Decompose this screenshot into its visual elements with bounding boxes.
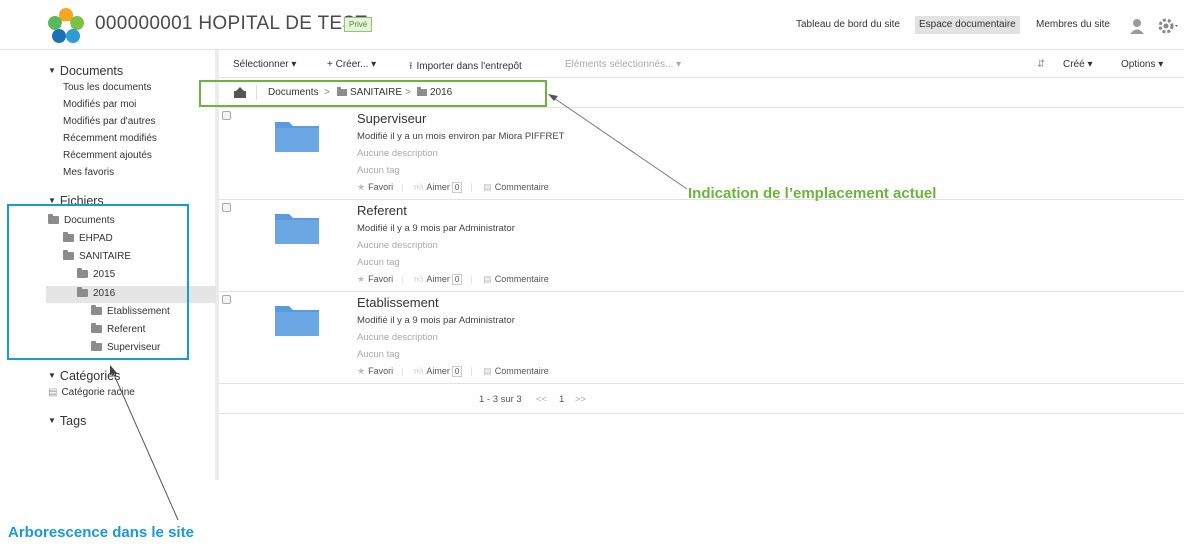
like-action[interactable]: 👍︎ Aimer 0 — [413, 366, 463, 377]
folder-icon[interactable] — [273, 208, 321, 246]
categories-section-header[interactable]: ▼ Catégories — [48, 369, 120, 383]
pagination-range: 1 - 3 sur 3 — [479, 394, 522, 405]
select-menu-button[interactable]: Sélectionner ▾ — [233, 59, 296, 70]
link-recently-added[interactable]: Récemment ajoutés — [63, 150, 152, 161]
star-icon: ★ — [357, 182, 366, 192]
thumbs-up-icon: 👍︎ — [413, 182, 424, 192]
gear-icon[interactable] — [1157, 16, 1179, 36]
favorite-action[interactable]: ★ Favori — [357, 182, 393, 193]
site-header: 000000001 HOPITAL DE TEST Privé Tableau … — [0, 0, 1184, 50]
create-menu-button[interactable]: + Créer... ▾ — [327, 59, 376, 70]
row-checkbox[interactable] — [222, 203, 231, 212]
favorite-action[interactable]: ★ Favori — [357, 366, 393, 377]
like-label: Aimer — [426, 274, 450, 284]
comment-label: Commentaire — [494, 366, 549, 376]
nav-site-members[interactable]: Membres du site — [1036, 16, 1110, 34]
comment-action[interactable]: ▤ Commentaire — [483, 274, 549, 285]
comment-label: Commentaire — [494, 274, 549, 284]
favorite-label: Favori — [368, 182, 394, 192]
row-actions: ★ Favori | 👍︎ Aimer 0 | ▤ Commentaire — [357, 366, 549, 377]
site-title: 000000001 HOPITAL DE TEST — [95, 13, 368, 34]
row-description: Aucune description — [357, 332, 438, 343]
thumbs-up-icon: 👍︎ — [413, 274, 424, 284]
like-count: 0 — [451, 274, 463, 285]
link-my-favorites[interactable]: Mes favoris — [63, 167, 114, 178]
upload-icon: ⭱ — [409, 61, 413, 72]
row-actions: ★ Favori | 👍︎ Aimer 0 | ▤ Commentaire — [357, 182, 549, 193]
list-item[interactable]: Referent Modifié il y a 9 mois par Admin… — [219, 200, 1184, 292]
sort-direction-icon[interactable]: ⇵ — [1037, 59, 1045, 70]
like-label: Aimer — [426, 182, 450, 192]
options-menu[interactable]: Options ▾ — [1121, 59, 1163, 70]
tree-annotation: Arborescence dans le site — [8, 524, 194, 541]
row-modified: Modifié il y a 9 mois par Administrator — [357, 223, 515, 234]
import-button[interactable]: ⭱ Importer dans l'entrepôt — [409, 59, 522, 76]
favorite-action[interactable]: ★ Favori — [357, 274, 393, 285]
row-checkbox[interactable] — [222, 295, 231, 304]
like-label: Aimer — [426, 366, 450, 376]
comment-label: Commentaire — [494, 182, 549, 192]
link-modified-by-me[interactable]: Modifiés par moi — [63, 99, 136, 110]
star-icon: ★ — [357, 274, 366, 284]
visibility-badge: Privé — [344, 17, 373, 32]
tags-section-header[interactable]: ▼ Tags — [48, 414, 86, 428]
documents-section-label: Documents — [59, 64, 124, 78]
row-actions: ★ Favori | 👍︎ Aimer 0 | ▤ Commentaire — [357, 274, 549, 285]
link-root-category[interactable]: ▤ Catégorie racine — [48, 387, 135, 398]
star-icon: ★ — [357, 366, 366, 376]
link-modified-by-others[interactable]: Modifiés par d'autres — [63, 116, 156, 127]
like-count: 0 — [451, 366, 463, 377]
tags-section-label: Tags — [59, 414, 87, 428]
comment-icon: ▤ — [483, 366, 492, 376]
selected-items-menu[interactable]: Eléments sélectionnés... ▾ — [565, 59, 681, 70]
row-tags: Aucun tag — [357, 257, 400, 268]
documents-section-header[interactable]: ▼ Documents — [48, 64, 123, 78]
nav-document-library[interactable]: Espace documentaire — [915, 16, 1020, 34]
toolbar: Sélectionner ▾ + Créer... ▾ ⭱ Importer da… — [219, 50, 1184, 78]
like-action[interactable]: 👍︎ Aimer 0 — [413, 274, 463, 285]
folder-icon[interactable] — [273, 300, 321, 338]
link-all-documents[interactable]: Tous les documents — [63, 82, 151, 93]
row-title[interactable]: Superviseur — [357, 111, 426, 126]
comment-action[interactable]: ▤ Commentaire — [483, 366, 549, 377]
breadcrumb-annotation-box — [199, 80, 547, 107]
link-recently-modified[interactable]: Récemment modifiés — [63, 133, 157, 144]
comment-icon: ▤ — [483, 182, 492, 192]
pagination-page[interactable]: 1 — [559, 394, 564, 405]
row-description: Aucune description — [357, 240, 438, 251]
comment-action[interactable]: ▤ Commentaire — [483, 182, 549, 193]
categories-section-label: Catégories — [59, 369, 121, 383]
favorite-label: Favori — [368, 274, 394, 284]
tree-annotation-box — [7, 204, 189, 360]
root-category-label: Catégorie racine — [61, 387, 135, 398]
user-icon[interactable] — [1129, 17, 1145, 35]
pagination: 1 - 3 sur 3 << 1 >> — [219, 384, 1184, 414]
import-label: Importer dans l'entrepôt — [416, 61, 522, 72]
folder-icon[interactable] — [273, 116, 321, 154]
pagination-prev[interactable]: << — [536, 394, 547, 405]
alfresco-logo[interactable] — [46, 6, 86, 46]
sort-field-menu[interactable]: Créé ▾ — [1063, 59, 1092, 70]
favorite-label: Favori — [368, 366, 394, 376]
pagination-next[interactable]: >> — [575, 394, 586, 405]
nav-dashboard[interactable]: Tableau de bord du site — [796, 16, 900, 34]
comment-icon: ▤ — [483, 274, 492, 284]
row-modified: Modifié il y a un mois environ par Miora… — [357, 131, 565, 142]
row-modified: Modifié il y a 9 mois par Administrator — [357, 315, 515, 326]
row-description: Aucune description — [357, 148, 438, 159]
row-title[interactable]: Referent — [357, 203, 407, 218]
thumbs-up-icon: 👍︎ — [413, 366, 424, 376]
current-location-annotation: Indication de l’emplacement actuel — [688, 185, 937, 202]
row-tags: Aucun tag — [357, 165, 400, 176]
category-icon: ▤ — [48, 387, 58, 398]
row-checkbox[interactable] — [222, 111, 231, 120]
list-item[interactable]: Etablissement Modifié il y a 9 mois par … — [219, 292, 1184, 384]
row-tags: Aucun tag — [357, 349, 400, 360]
row-title[interactable]: Etablissement — [357, 295, 439, 310]
like-count: 0 — [451, 182, 463, 193]
like-action[interactable]: 👍︎ Aimer 0 — [413, 182, 463, 193]
